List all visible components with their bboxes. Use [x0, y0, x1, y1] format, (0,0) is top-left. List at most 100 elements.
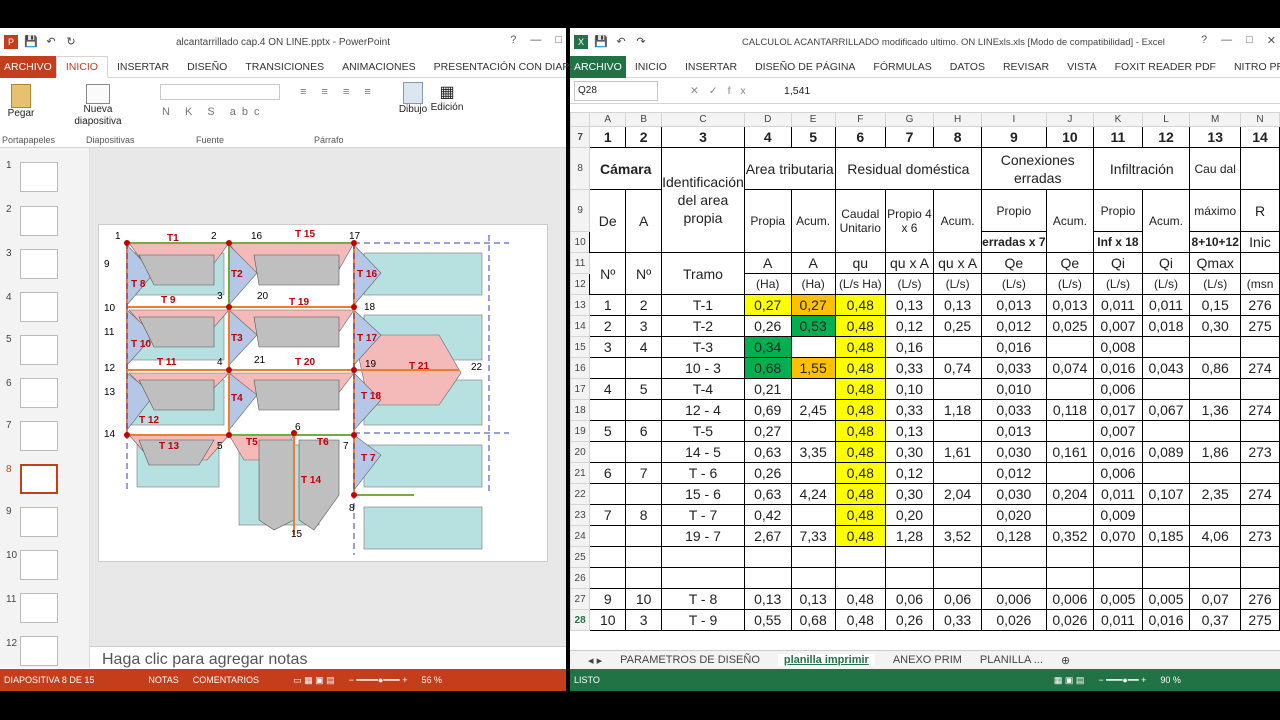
- slide-thumb[interactable]: [20, 162, 58, 192]
- font-format-icons[interactable]: N K S abc: [162, 106, 266, 118]
- table-cell[interactable]: [625, 483, 663, 505]
- table-cell[interactable]: 0,007: [1093, 315, 1143, 337]
- table-cell[interactable]: [625, 441, 663, 463]
- table-cell[interactable]: 10 - 3: [661, 357, 745, 379]
- table-cell[interactable]: 0,12: [884, 315, 935, 337]
- maximize-icon[interactable]: □: [1246, 34, 1253, 47]
- table-cell[interactable]: [1240, 420, 1280, 442]
- undo-icon[interactable]: ↶: [614, 35, 628, 49]
- table-cell[interactable]: T-1: [661, 294, 745, 316]
- table-cell[interactable]: 0,074: [1045, 357, 1095, 379]
- table-cell[interactable]: 0,006: [1093, 462, 1143, 484]
- col-header[interactable]: B: [625, 112, 663, 127]
- table-cell[interactable]: [1189, 546, 1242, 568]
- notes-button[interactable]: NOTAS: [148, 675, 178, 685]
- zoom-slider[interactable]: − ━━━●━━ +: [1098, 675, 1146, 686]
- table-cell[interactable]: T - 7: [661, 504, 745, 526]
- table-cell[interactable]: 0,33: [884, 399, 935, 421]
- table-cell[interactable]: 0,033: [981, 357, 1047, 379]
- table-cell[interactable]: 0,26: [743, 462, 792, 484]
- slide-thumb[interactable]: [20, 249, 58, 279]
- table-cell[interactable]: 7: [625, 462, 663, 484]
- view-icons[interactable]: ▭ ▦ ▣ ▤: [293, 675, 335, 686]
- table-cell[interactable]: [625, 546, 663, 568]
- table-cell[interactable]: 14 - 5: [661, 441, 745, 463]
- tab-formulas[interactable]: FÓRMULAS: [864, 61, 940, 73]
- table-cell[interactable]: 0,13: [933, 294, 983, 316]
- col-header[interactable]: G: [884, 112, 935, 127]
- table-cell[interactable]: [1240, 336, 1280, 358]
- table-cell[interactable]: 1,61: [933, 441, 983, 463]
- table-cell[interactable]: [1093, 567, 1143, 589]
- table-cell[interactable]: [589, 483, 627, 505]
- font-controls[interactable]: [160, 84, 280, 100]
- table-cell[interactable]: [1045, 378, 1095, 400]
- table-cell[interactable]: [1189, 378, 1242, 400]
- table-cell[interactable]: [589, 357, 627, 379]
- table-cell[interactable]: 0,013: [981, 294, 1047, 316]
- table-cell[interactable]: 2,04: [933, 483, 983, 505]
- table-cell[interactable]: 12 - 4: [661, 399, 745, 421]
- zoom-level[interactable]: 56 %: [421, 675, 442, 685]
- table-cell[interactable]: 0,42: [743, 504, 792, 526]
- table-cell[interactable]: T-4: [661, 378, 745, 400]
- col-header[interactable]: M: [1189, 112, 1242, 127]
- table-cell[interactable]: 0,69: [743, 399, 792, 421]
- table-cell[interactable]: 3: [625, 315, 663, 337]
- table-cell[interactable]: 0,30: [884, 483, 935, 505]
- table-cell[interactable]: 0,68: [790, 609, 836, 631]
- table-cell[interactable]: [790, 378, 836, 400]
- sheet-tab[interactable]: PLANILLA ...: [980, 654, 1043, 666]
- table-cell[interactable]: 19 - 7: [661, 525, 745, 547]
- col-header[interactable]: E: [790, 112, 836, 127]
- table-cell[interactable]: 10: [625, 588, 663, 610]
- table-cell[interactable]: 0,48: [834, 399, 886, 421]
- table-cell[interactable]: [790, 504, 836, 526]
- table-cell[interactable]: [589, 399, 627, 421]
- table-cell[interactable]: 0,012: [981, 315, 1047, 337]
- table-cell[interactable]: [1141, 546, 1191, 568]
- draw-button[interactable]: Dibujo: [396, 82, 430, 115]
- tab-diseno[interactable]: DISEÑO: [178, 61, 236, 73]
- table-cell[interactable]: [743, 567, 792, 589]
- table-cell[interactable]: [1045, 462, 1095, 484]
- formula-input[interactable]: 1,541: [784, 85, 810, 97]
- table-cell[interactable]: [884, 567, 935, 589]
- table-cell[interactable]: 0,118: [1045, 399, 1095, 421]
- table-cell[interactable]: 0,06: [884, 588, 935, 610]
- table-cell[interactable]: 0,025: [1045, 315, 1095, 337]
- table-cell[interactable]: 0,13: [884, 420, 935, 442]
- table-cell[interactable]: [589, 441, 627, 463]
- table-cell[interactable]: 0,006: [981, 588, 1047, 610]
- edit-button[interactable]: ▦ Edición: [430, 82, 464, 113]
- table-cell[interactable]: 4,24: [790, 483, 836, 505]
- table-cell[interactable]: 0,27: [743, 420, 792, 442]
- table-cell[interactable]: [933, 462, 983, 484]
- tab-transiciones[interactable]: TRANSICIONES: [236, 61, 333, 73]
- table-cell[interactable]: 0,026: [1045, 609, 1095, 631]
- tab-inicio[interactable]: INICIO: [626, 61, 676, 73]
- table-cell[interactable]: 0,20: [884, 504, 935, 526]
- table-cell[interactable]: 0,005: [1093, 588, 1143, 610]
- slide-thumb[interactable]: [20, 292, 58, 322]
- tab-datos[interactable]: DATOS: [941, 61, 994, 73]
- table-cell[interactable]: [1045, 420, 1095, 442]
- col-header[interactable]: N: [1240, 112, 1280, 127]
- col-header[interactable]: L: [1141, 112, 1191, 127]
- table-cell[interactable]: 0,48: [834, 609, 886, 631]
- table-cell[interactable]: 0,12: [884, 462, 935, 484]
- table-cell[interactable]: 0,48: [834, 357, 886, 379]
- table-cell[interactable]: 0,352: [1045, 525, 1095, 547]
- table-cell[interactable]: 0,37: [1189, 609, 1242, 631]
- table-cell[interactable]: 0,005: [1141, 588, 1191, 610]
- table-cell[interactable]: [981, 567, 1047, 589]
- table-cell[interactable]: [790, 567, 836, 589]
- table-cell[interactable]: [661, 567, 745, 589]
- tab-archivo[interactable]: ARCHIVO: [0, 55, 56, 78]
- save-icon[interactable]: 💾: [594, 35, 608, 49]
- table-cell[interactable]: 273: [1240, 525, 1280, 547]
- col-header[interactable]: H: [933, 112, 983, 127]
- tab-inicio[interactable]: INICIO: [55, 55, 108, 78]
- table-cell[interactable]: 0,011: [1093, 609, 1143, 631]
- redo-icon[interactable]: ↷: [634, 35, 648, 49]
